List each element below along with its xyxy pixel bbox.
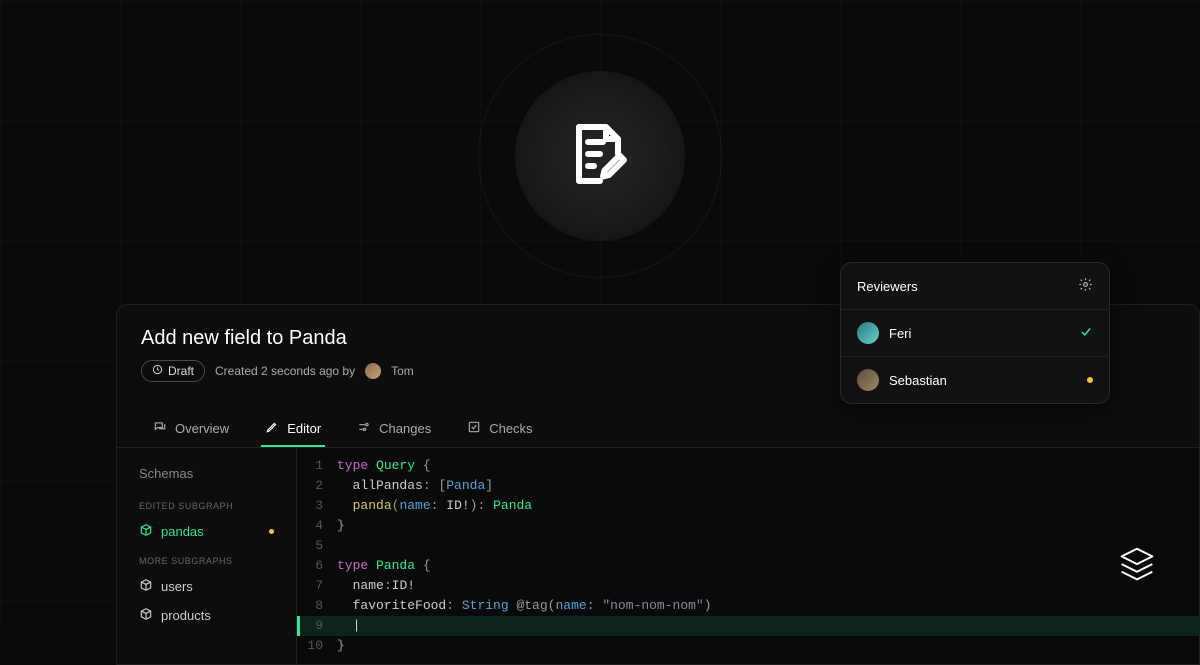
reviewer-row[interactable]: Sebastian <box>841 356 1109 403</box>
code-line: 1 type Query { <box>297 456 1199 476</box>
hero-circle-inner <box>515 71 685 241</box>
pencil-icon <box>265 420 279 437</box>
line-number: 8 <box>297 596 337 616</box>
reviewer-avatar <box>857 369 879 391</box>
tab-checks-label: Checks <box>489 421 532 436</box>
tab-overview[interactable]: Overview <box>149 410 233 447</box>
line-number: 1 <box>297 456 337 476</box>
tab-overview-label: Overview <box>175 421 229 436</box>
tabs: Overview Editor Changes Checks <box>117 410 1199 448</box>
brand-logo <box>1114 543 1160 594</box>
reviewer-name: Feri <box>889 326 911 341</box>
schema-sidebar: Schemas EDITED SUBGRAPH pandas MORE SUBG… <box>117 448 297 664</box>
line-number: 3 <box>297 496 337 516</box>
code-line: 7 name:ID! <box>297 576 1199 596</box>
code-line: 5 <box>297 536 1199 556</box>
line-number: 9 <box>297 616 337 636</box>
tab-changes-label: Changes <box>379 421 431 436</box>
reviewers-header: Reviewers <box>841 263 1109 310</box>
tab-editor-label: Editor <box>287 421 321 436</box>
code-line: 3 panda(name: ID!): Panda <box>297 496 1199 516</box>
author-avatar <box>365 363 381 379</box>
code-editor[interactable]: 1 type Query { 2 allPandas: [Panda] 3 pa… <box>297 448 1199 664</box>
sidebar-item-label: pandas <box>161 524 204 539</box>
tab-checks[interactable]: Checks <box>463 410 536 447</box>
chat-icon <box>153 420 167 437</box>
reviewers-title: Reviewers <box>857 279 918 294</box>
section-edited-label: EDITED SUBGRAPH <box>117 491 296 517</box>
check-square-icon <box>467 420 481 437</box>
draft-badge: Draft <box>141 360 205 382</box>
code-line: 6 type Panda { <box>297 556 1199 576</box>
draft-badge-text: Draft <box>168 364 194 378</box>
sidebar-title: Schemas <box>117 460 296 491</box>
section-more-label: MORE SUBGRAPHS <box>117 546 296 572</box>
reviewer-row[interactable]: Feri <box>841 310 1109 356</box>
sidebar-item-label: products <box>161 608 211 623</box>
line-number: 10 <box>297 636 337 656</box>
line-number: 5 <box>297 536 337 556</box>
line-number: 4 <box>297 516 337 536</box>
cube-icon <box>139 523 153 540</box>
line-number: 7 <box>297 576 337 596</box>
document-edit-icon <box>564 118 636 195</box>
window-body: Schemas EDITED SUBGRAPH pandas MORE SUBG… <box>117 448 1199 664</box>
code-line-active: 9 | <box>297 616 1199 636</box>
hero-circle <box>478 34 722 278</box>
clock-icon <box>152 364 163 378</box>
cube-icon <box>139 578 153 595</box>
code-line: 4 } <box>297 516 1199 536</box>
line-number: 6 <box>297 556 337 576</box>
code-line: 10 } <box>297 636 1199 656</box>
reviewer-avatar <box>857 322 879 344</box>
reviewer-name: Sebastian <box>889 373 947 388</box>
gear-icon[interactable] <box>1078 277 1093 295</box>
approved-icon <box>1079 325 1093 342</box>
sliders-icon <box>357 420 371 437</box>
modified-dot-icon <box>269 529 274 534</box>
sidebar-item-label: users <box>161 579 193 594</box>
created-text: Created 2 seconds ago by <box>215 364 355 378</box>
reviewers-panel: Reviewers Feri Sebastian <box>840 262 1110 404</box>
line-number: 2 <box>297 476 337 496</box>
sidebar-item-pandas[interactable]: pandas <box>117 517 296 546</box>
tab-editor[interactable]: Editor <box>261 410 325 447</box>
author-name: Tom <box>391 364 414 378</box>
pending-dot-icon <box>1087 377 1093 383</box>
sidebar-item-products[interactable]: products <box>117 601 296 630</box>
code-line: 8 favoriteFood: String @tag(name: "nom-n… <box>297 596 1199 616</box>
code-line: 2 allPandas: [Panda] <box>297 476 1199 496</box>
sidebar-item-users[interactable]: users <box>117 572 296 601</box>
tab-changes[interactable]: Changes <box>353 410 435 447</box>
cube-icon <box>139 607 153 624</box>
